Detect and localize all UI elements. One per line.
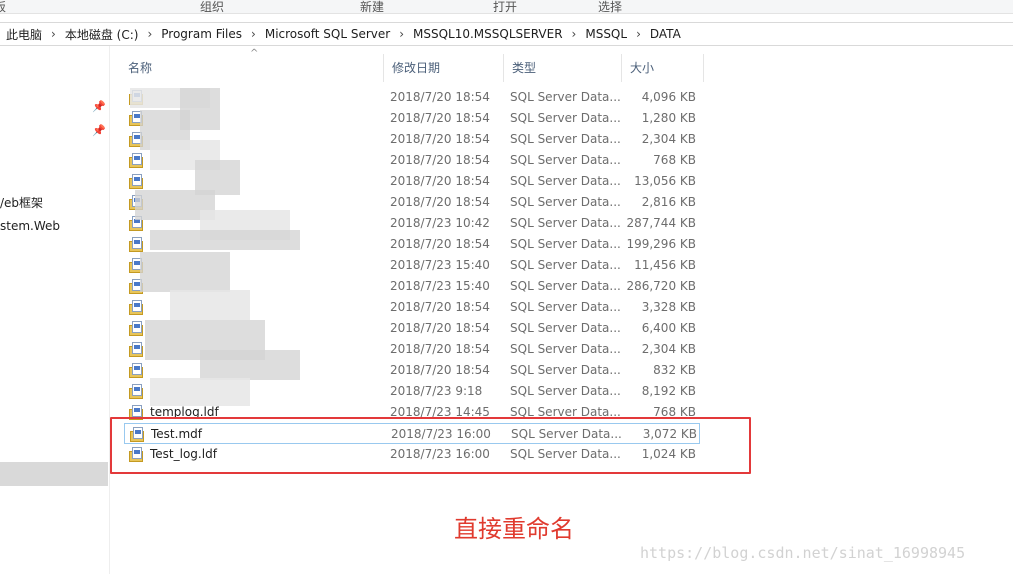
file-size: 199,296 KB — [626, 237, 696, 251]
file-date: 2018/7/20 18:54 — [390, 132, 490, 146]
nav-item-selected[interactable] — [0, 462, 108, 486]
file-type: SQL Server Data... — [510, 195, 621, 209]
file-type: SQL Server Data... — [510, 384, 621, 398]
ribbon-group-select: 选择 — [598, 0, 623, 14]
file-date: 2018/7/20 18:54 — [390, 90, 490, 104]
navigation-pane: 📌 📌 /eb框架 stem.Web — [0, 46, 110, 574]
column-header-date[interactable]: 修改日期 — [384, 54, 504, 82]
file-type: SQL Server Data... — [510, 237, 621, 251]
database-file-icon — [129, 384, 143, 399]
file-type: SQL Server Data... — [510, 132, 621, 146]
file-date: 2018/7/23 9:18 — [390, 384, 483, 398]
file-size: 2,304 KB — [641, 342, 696, 356]
file-date: 2018/7/20 18:54 — [390, 342, 490, 356]
file-type: SQL Server Data... — [510, 321, 621, 335]
file-size: 287,744 KB — [626, 216, 696, 230]
ribbon-group-new: 新建 — [360, 0, 385, 14]
column-header-type[interactable]: 类型 — [504, 54, 622, 82]
ribbon-group-organize: 组织 — [200, 0, 225, 14]
database-file-icon — [129, 300, 143, 315]
file-type: SQL Server Data... — [510, 90, 621, 104]
file-size: 6,400 KB — [641, 321, 696, 335]
file-size: 286,720 KB — [626, 279, 696, 293]
file-type: SQL Server Data... — [510, 258, 621, 272]
file-size: 768 KB — [653, 153, 696, 167]
nav-item-system-web[interactable]: stem.Web — [0, 219, 60, 233]
breadcrumb-data[interactable]: DATA — [650, 27, 681, 41]
breadcrumb-local-disk[interactable]: 本地磁盘 (C:) — [65, 26, 139, 43]
chevron-right-icon[interactable]: › — [636, 27, 641, 41]
file-date: 2018/7/20 18:54 — [390, 174, 490, 188]
file-date: 2018/7/20 18:54 — [390, 195, 490, 209]
column-header-name[interactable]: 名称 — [120, 54, 384, 82]
watermark: https://blog.csdn.net/sinat_16998945 — [640, 544, 966, 562]
file-date: 2018/7/20 18:54 — [390, 321, 490, 335]
database-file-icon — [129, 363, 143, 378]
file-date: 2018/7/20 18:54 — [390, 363, 490, 377]
file-date: 2018/7/23 10:42 — [390, 216, 490, 230]
breadcrumb-mssql10[interactable]: MSSQL10.MSSQLSERVER — [413, 27, 563, 41]
breadcrumb-program-files[interactable]: Program Files — [161, 27, 242, 41]
redaction-block — [150, 230, 300, 250]
breadcrumb-this-pc[interactable]: 此电脑 — [6, 26, 42, 43]
ribbon-group-clipboard: 板 — [0, 0, 7, 14]
redaction-block — [170, 290, 250, 320]
file-type: SQL Server Data... — [510, 153, 621, 167]
file-size: 832 KB — [653, 363, 696, 377]
chevron-right-icon[interactable]: › — [399, 27, 404, 41]
file-date: 2018/7/23 15:40 — [390, 279, 490, 293]
file-size: 3,328 KB — [641, 300, 696, 314]
file-date: 2018/7/20 18:54 — [390, 237, 490, 251]
ribbon-group-open: 打开 — [493, 0, 518, 14]
chevron-right-icon[interactable]: › — [572, 27, 577, 41]
chevron-right-icon[interactable]: › — [51, 27, 56, 41]
file-date: 2018/7/20 18:54 — [390, 111, 490, 125]
breadcrumb-microsoft-sql-server[interactable]: Microsoft SQL Server — [265, 27, 390, 41]
breadcrumb-mssql[interactable]: MSSQL — [585, 27, 627, 41]
highlight-box — [110, 417, 751, 474]
file-type: SQL Server Data... — [510, 342, 621, 356]
file-size: 1,280 KB — [641, 111, 696, 125]
column-header-size[interactable]: 大小 — [622, 54, 704, 82]
file-type: SQL Server Data... — [510, 216, 621, 230]
chevron-right-icon[interactable]: › — [251, 27, 256, 41]
redaction-block — [200, 350, 300, 380]
file-size: 2,816 KB — [641, 195, 696, 209]
annotation-text: 直接重命名 — [454, 515, 574, 543]
breadcrumb[interactable]: 此电脑 › 本地磁盘 (C:) › Program Files › Micros… — [0, 22, 1013, 46]
pin-icon[interactable]: 📌 — [92, 100, 106, 113]
file-type: SQL Server Data... — [510, 363, 621, 377]
redaction-block — [150, 378, 250, 406]
chevron-right-icon[interactable]: › — [147, 27, 152, 41]
file-size: 8,192 KB — [641, 384, 696, 398]
database-file-icon — [129, 174, 143, 189]
file-size: 4,096 KB — [641, 90, 696, 104]
file-type: SQL Server Data... — [510, 279, 621, 293]
file-date: 2018/7/20 18:54 — [390, 153, 490, 167]
database-file-icon — [129, 153, 143, 168]
file-type: SQL Server Data... — [510, 174, 621, 188]
nav-item-web-framework[interactable]: /eb框架 — [0, 194, 43, 211]
database-file-icon — [129, 321, 143, 336]
file-type: SQL Server Data... — [510, 111, 621, 125]
pin-icon[interactable]: 📌 — [92, 124, 106, 137]
ribbon-group-labels: 板 组织 新建 打开 选择 — [0, 0, 1013, 14]
database-file-icon — [129, 237, 143, 252]
file-date: 2018/7/20 18:54 — [390, 300, 490, 314]
database-file-icon — [129, 342, 143, 357]
redaction-block — [140, 252, 230, 292]
file-size: 11,456 KB — [634, 258, 696, 272]
file-size: 2,304 KB — [641, 132, 696, 146]
file-type: SQL Server Data... — [510, 300, 621, 314]
file-size: 13,056 KB — [634, 174, 696, 188]
file-date: 2018/7/23 15:40 — [390, 258, 490, 272]
